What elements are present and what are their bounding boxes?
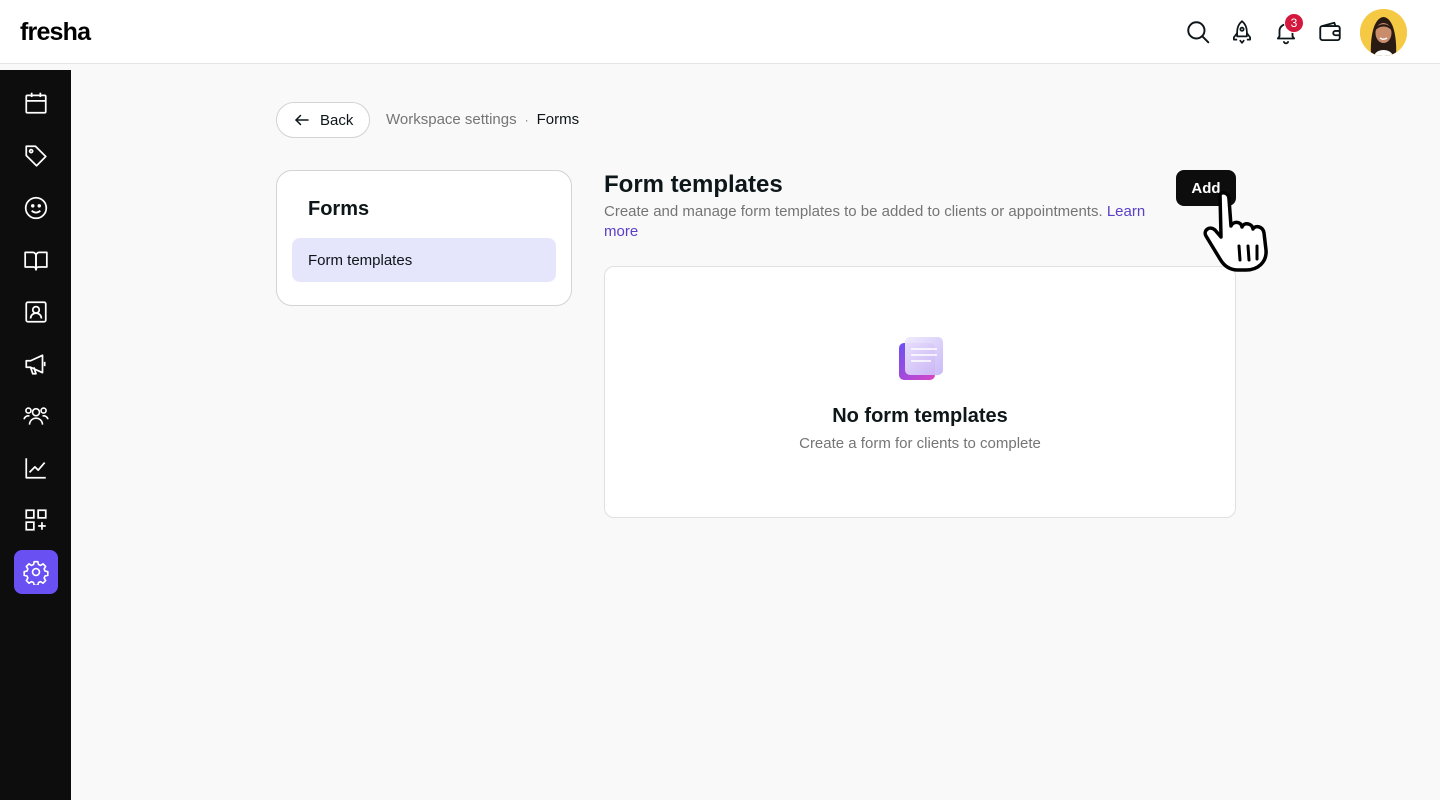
tag-icon: [25, 145, 47, 167]
sidebar-item-calendar[interactable]: [14, 81, 58, 125]
chart-icon: [25, 458, 46, 479]
sidebar-item-clients[interactable]: [14, 186, 58, 230]
sidebar-item-reports[interactable]: [14, 446, 58, 490]
page-description-text: Create and manage form templates to be a…: [604, 203, 1103, 220]
search-icon[interactable]: [1182, 16, 1214, 48]
sidebar: [0, 70, 71, 800]
forms-nav-title: Forms: [308, 198, 370, 220]
back-label: Back: [320, 111, 354, 129]
team-icon: [23, 407, 49, 425]
contact-card-icon: [25, 301, 47, 323]
back-button[interactable]: Back: [276, 102, 370, 138]
notification-badge: 3: [1284, 13, 1304, 33]
forms-nav-card: Forms Form templates: [276, 170, 572, 306]
add-apps-icon: [25, 509, 47, 531]
empty-state-subtitle: Create a form for clients to complete: [799, 435, 1041, 452]
user-avatar[interactable]: [1360, 9, 1407, 56]
book-icon: [24, 251, 48, 271]
empty-state-card: No form templates Create a form for clie…: [604, 266, 1236, 518]
sidebar-item-marketing[interactable]: [14, 342, 58, 386]
sidebar-item-settings[interactable]: [14, 550, 58, 594]
megaphone-icon: [25, 354, 46, 375]
calendar-icon: [25, 92, 47, 114]
top-bar: fresha 3: [0, 0, 1440, 64]
page-title: Form templates: [604, 171, 783, 198]
sidebar-item-team[interactable]: [14, 290, 58, 334]
fresha-logo[interactable]: fresha: [20, 18, 91, 47]
breadcrumb-separator: ·: [524, 112, 529, 127]
sidebar-item-catalog[interactable]: [14, 238, 58, 282]
sidebar-item-add-ons[interactable]: [14, 498, 58, 542]
wallet-icon[interactable]: [1314, 16, 1346, 48]
settings-icon: [23, 560, 49, 585]
sidebar-item-staff[interactable]: [14, 394, 58, 438]
breadcrumb: Workspace settings · Forms: [386, 111, 579, 128]
sidebar-item-sales[interactable]: [14, 134, 58, 178]
page-description: Create and manage form templates to be a…: [604, 202, 1164, 242]
add-button[interactable]: Add: [1176, 170, 1236, 206]
smiley-icon: [24, 196, 48, 220]
empty-state-title: No form templates: [832, 405, 1008, 427]
rocket-icon[interactable]: [1226, 16, 1258, 48]
breadcrumb-workspace-settings[interactable]: Workspace settings: [386, 111, 517, 128]
arrow-left-icon: [295, 114, 309, 126]
breadcrumb-current: Forms: [536, 111, 580, 128]
form-templates-icon: [899, 337, 943, 380]
nav-item-form-templates[interactable]: Form templates: [292, 238, 556, 282]
